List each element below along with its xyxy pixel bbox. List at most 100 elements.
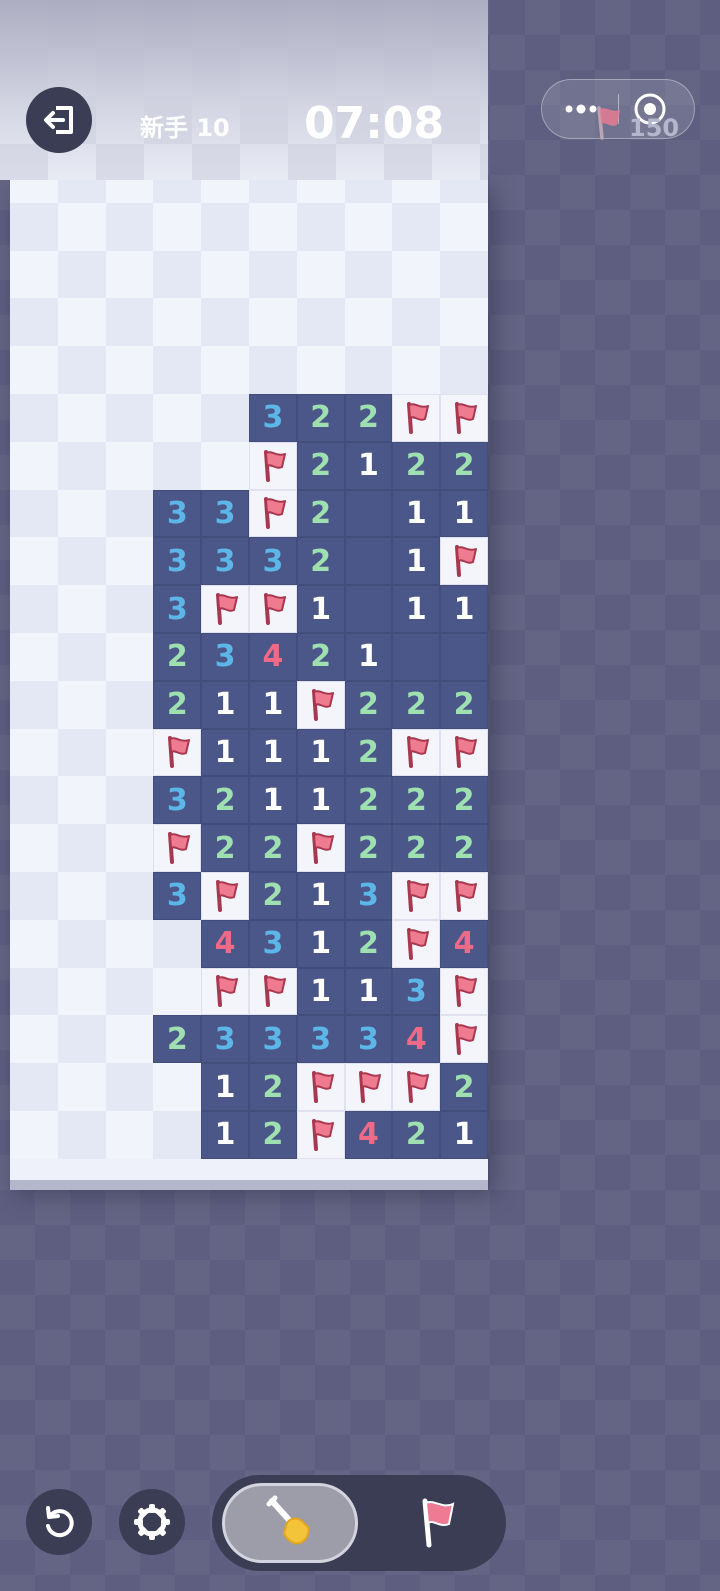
revealed-number-cell[interactable]: 2 — [201, 824, 249, 872]
revealed-number-cell[interactable]: 1 — [249, 776, 297, 825]
revealed-number-cell[interactable]: 2 — [249, 1063, 297, 1111]
hidden-cell[interactable] — [10, 250, 58, 299]
revealed-number-cell[interactable]: 2 — [296, 394, 345, 442]
hidden-cell[interactable] — [10, 537, 58, 586]
revealed-number-cell[interactable]: 1 — [201, 1111, 249, 1159]
hidden-cell[interactable] — [201, 250, 249, 299]
hidden-cell[interactable] — [249, 298, 297, 347]
hidden-cell[interactable] — [105, 441, 154, 490]
hidden-cell[interactable] — [105, 489, 154, 538]
revealed-number-cell[interactable]: 1 — [296, 919, 345, 968]
revealed-number-cell[interactable]: 2 — [201, 776, 249, 825]
revealed-number-cell[interactable]: 2 — [344, 776, 393, 825]
hidden-cell[interactable] — [57, 537, 106, 586]
hidden-cell[interactable] — [249, 202, 297, 251]
revealed-number-cell[interactable]: 2 — [440, 441, 488, 490]
revealed-number-cell[interactable]: 1 — [249, 680, 297, 729]
hidden-cell[interactable] — [296, 346, 345, 394]
flagged-cell[interactable] — [440, 1015, 488, 1064]
revealed-number-cell[interactable]: 1 — [296, 585, 345, 633]
hidden-cell[interactable] — [344, 250, 393, 299]
hidden-cell[interactable] — [153, 250, 202, 299]
hidden-cell[interactable] — [57, 872, 106, 920]
revealed-number-cell[interactable]: 1 — [296, 872, 345, 920]
revealed-number-cell[interactable]: 1 — [296, 967, 345, 1016]
flagged-cell[interactable] — [440, 537, 488, 586]
revealed-number-cell[interactable]: 1 — [344, 633, 393, 681]
hidden-cell[interactable] — [153, 441, 202, 490]
hidden-cell[interactable] — [57, 441, 106, 490]
flagged-cell[interactable] — [249, 489, 297, 538]
hidden-cell[interactable] — [105, 633, 154, 681]
revealed-number-cell[interactable]: 1 — [392, 585, 441, 633]
revealed-number-cell[interactable]: 2 — [344, 728, 393, 777]
hidden-cell[interactable] — [57, 680, 106, 729]
hidden-cell[interactable] — [10, 680, 58, 729]
hidden-cell[interactable] — [105, 776, 154, 825]
flagged-cell[interactable] — [249, 441, 297, 490]
hidden-cell[interactable] — [105, 824, 154, 872]
hidden-cell[interactable] — [392, 298, 441, 347]
hidden-cell[interactable] — [57, 824, 106, 872]
revealed-number-cell[interactable]: 3 — [249, 919, 297, 968]
flagged-cell[interactable] — [296, 824, 345, 872]
hidden-cell[interactable] — [57, 250, 106, 299]
hidden-cell[interactable] — [201, 298, 249, 347]
revealed-number-cell[interactable]: 2 — [440, 824, 488, 872]
restart-button[interactable] — [26, 1489, 92, 1555]
revealed-number-cell[interactable]: 2 — [344, 824, 393, 872]
revealed-number-cell[interactable]: 2 — [440, 1063, 488, 1111]
flagged-cell[interactable] — [392, 919, 441, 968]
revealed-number-cell[interactable]: 2 — [344, 394, 393, 442]
revealed-number-cell[interactable]: 2 — [249, 872, 297, 920]
revealed-number-cell[interactable]: 1 — [296, 776, 345, 825]
revealed-number-cell[interactable]: 2 — [153, 680, 202, 729]
hidden-cell[interactable] — [105, 1063, 154, 1111]
revealed-empty-cell[interactable] — [344, 537, 393, 586]
revealed-number-cell[interactable]: 1 — [440, 585, 488, 633]
revealed-number-cell[interactable]: 3 — [344, 1015, 393, 1064]
flagged-cell[interactable] — [249, 967, 297, 1016]
revealed-number-cell[interactable]: 1 — [392, 489, 441, 538]
revealed-number-cell[interactable]: 2 — [249, 1111, 297, 1159]
hidden-cell[interactable] — [105, 872, 154, 920]
revealed-number-cell[interactable]: 3 — [153, 537, 202, 586]
hidden-cell[interactable] — [153, 1111, 202, 1159]
revealed-number-cell[interactable]: 3 — [392, 967, 441, 1016]
hidden-cell[interactable] — [10, 441, 58, 490]
hidden-cell[interactable] — [440, 250, 488, 299]
revealed-number-cell[interactable]: 4 — [440, 919, 488, 968]
hidden-cell[interactable] — [153, 967, 202, 1016]
hidden-cell[interactable] — [57, 1063, 106, 1111]
revealed-number-cell[interactable]: 1 — [440, 1111, 488, 1159]
hidden-cell[interactable] — [10, 489, 58, 538]
hidden-cell[interactable] — [153, 394, 202, 442]
hidden-cell[interactable] — [153, 346, 202, 394]
revealed-number-cell[interactable]: 1 — [296, 728, 345, 777]
revealed-number-cell[interactable]: 2 — [392, 680, 441, 729]
flagged-cell[interactable] — [392, 1063, 441, 1111]
flagged-cell[interactable] — [201, 872, 249, 920]
flagged-cell[interactable] — [392, 872, 441, 920]
hidden-cell[interactable] — [57, 298, 106, 347]
revealed-number-cell[interactable]: 2 — [296, 489, 345, 538]
hidden-cell[interactable] — [57, 919, 106, 968]
flagged-cell[interactable] — [392, 728, 441, 777]
revealed-number-cell[interactable]: 1 — [201, 680, 249, 729]
hidden-cell[interactable] — [392, 250, 441, 299]
revealed-number-cell[interactable]: 3 — [201, 633, 249, 681]
revealed-number-cell[interactable]: 4 — [344, 1111, 393, 1159]
revealed-number-cell[interactable]: 1 — [201, 728, 249, 777]
revealed-number-cell[interactable]: 2 — [344, 919, 393, 968]
hidden-cell[interactable] — [57, 1111, 106, 1159]
dig-mode-button[interactable] — [222, 1483, 358, 1563]
revealed-number-cell[interactable]: 2 — [296, 537, 345, 586]
hidden-cell[interactable] — [10, 202, 58, 251]
hidden-cell[interactable] — [57, 728, 106, 777]
hidden-cell[interactable] — [57, 776, 106, 825]
flagged-cell[interactable] — [440, 394, 488, 442]
revealed-number-cell[interactable]: 2 — [392, 441, 441, 490]
hidden-cell[interactable] — [296, 250, 345, 299]
revealed-number-cell[interactable]: 2 — [153, 633, 202, 681]
hidden-cell[interactable] — [105, 346, 154, 394]
